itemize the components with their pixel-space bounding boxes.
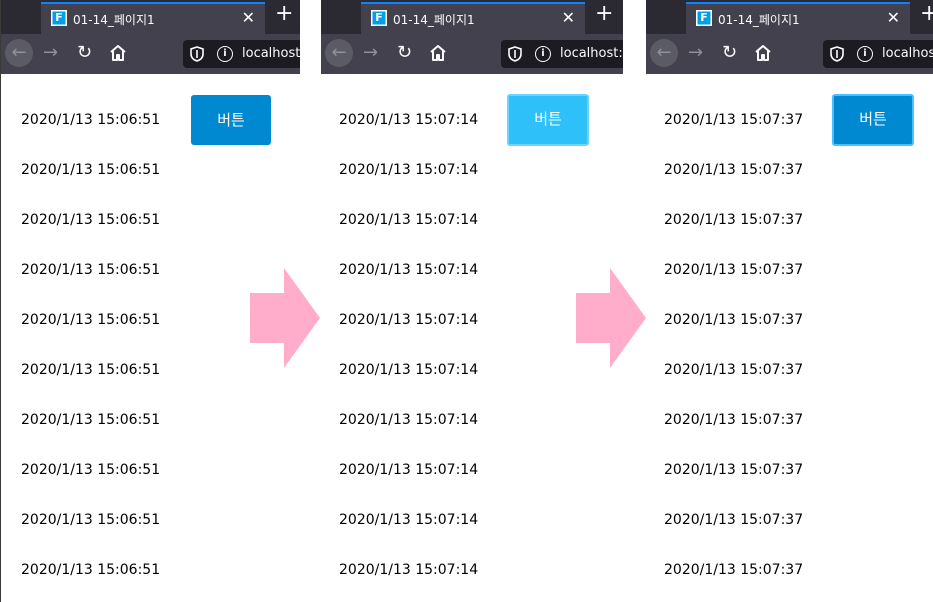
plus-icon[interactable]: + (275, 1, 293, 26)
timestamp-row: 2020/1/13 15:06:51 (21, 512, 161, 528)
timestamp-row: 2020/1/13 15:07:37 (664, 512, 804, 528)
browser-tab[interactable]: F 01-14_페이지1 ✕ (41, 2, 265, 34)
home-icon[interactable] (428, 43, 448, 63)
timestamp-row: 2020/1/13 15:07:37 (664, 412, 804, 428)
favicon-icon: F (371, 10, 387, 26)
navigation-toolbar: ← → ↻ i localhost:4 (1, 34, 300, 74)
reload-icon[interactable]: ↻ (722, 39, 737, 67)
timestamp-row: 2020/1/13 15:07:37 (664, 112, 804, 128)
timestamp-row: 2020/1/13 15:07:37 (664, 262, 804, 278)
timestamp-row: 2020/1/13 15:07:14 (339, 262, 479, 278)
url-bar[interactable]: i localhos (823, 40, 933, 68)
home-icon[interactable] (108, 43, 128, 63)
plus-icon[interactable]: + (595, 1, 613, 26)
timestamp-row: 2020/1/13 15:07:14 (339, 462, 479, 478)
navigation-toolbar: ← → ↻ i localhost:4 (321, 34, 623, 74)
home-icon[interactable] (753, 43, 773, 63)
navigation-toolbar: ← → ↻ i localhos (646, 34, 933, 74)
timestamp-row: 2020/1/13 15:07:14 (339, 362, 479, 378)
right-arrow-icon (250, 268, 320, 368)
timestamp-row: 2020/1/13 15:06:51 (21, 562, 161, 578)
close-icon[interactable]: ✕ (562, 8, 575, 27)
action-button[interactable]: 버튼 (507, 94, 589, 146)
browser-tab[interactable]: F 01-14_페이지1 ✕ (686, 2, 910, 34)
timestamp-row: 2020/1/13 15:06:51 (21, 112, 161, 128)
browser-window-3: F 01-14_페이지1 ✕ + ← → ↻ i localhos 2020/1… (646, 0, 933, 602)
timestamp-row: 2020/1/13 15:07:37 (664, 312, 804, 328)
back-arrow-icon[interactable]: ← (325, 39, 353, 67)
forward-arrow-icon[interactable]: → (688, 39, 703, 67)
right-arrow-icon (576, 268, 646, 368)
forward-arrow-icon[interactable]: → (363, 39, 378, 67)
url-bar[interactable]: i localhost:4 (183, 40, 300, 68)
timestamp-row: 2020/1/13 15:06:51 (21, 362, 161, 378)
favicon-icon: F (51, 10, 67, 26)
info-icon[interactable]: i (857, 46, 873, 62)
back-arrow-icon[interactable]: ← (650, 39, 678, 67)
action-button[interactable]: 버튼 (191, 95, 271, 145)
browser-tab[interactable]: F 01-14_페이지1 ✕ (361, 2, 585, 34)
timestamp-row: 2020/1/13 15:07:37 (664, 162, 804, 178)
tab-title: 01-14_페이지1 (73, 13, 155, 27)
tab-title: 01-14_페이지1 (718, 13, 800, 27)
favicon-icon: F (696, 10, 712, 26)
timestamp-row: 2020/1/13 15:06:51 (21, 312, 161, 328)
timestamp-row: 2020/1/13 15:07:14 (339, 512, 479, 528)
close-icon[interactable]: ✕ (242, 8, 255, 27)
timestamp-row: 2020/1/13 15:07:14 (339, 162, 479, 178)
timestamp-row: 2020/1/13 15:07:37 (664, 362, 804, 378)
shield-icon[interactable] (190, 46, 204, 62)
shield-icon[interactable] (830, 46, 844, 62)
close-icon[interactable]: ✕ (887, 8, 900, 27)
info-icon[interactable]: i (217, 46, 233, 62)
timestamp-row: 2020/1/13 15:06:51 (21, 162, 161, 178)
timestamp-row: 2020/1/13 15:06:51 (21, 212, 161, 228)
url-text: localhos (882, 46, 933, 61)
forward-arrow-icon[interactable]: → (43, 39, 58, 67)
tab-title: 01-14_페이지1 (393, 13, 475, 27)
timestamp-row: 2020/1/13 15:07:14 (339, 562, 479, 578)
url-text: localhost:4 (242, 46, 300, 61)
plus-icon[interactable]: + (920, 1, 933, 26)
tab-strip: F 01-14_페이지1 ✕ + (321, 0, 623, 34)
url-bar[interactable]: i localhost:4 (501, 40, 623, 68)
timestamp-row: 2020/1/13 15:06:51 (21, 412, 161, 428)
timestamp-row: 2020/1/13 15:07:14 (339, 312, 479, 328)
timestamp-row: 2020/1/13 15:07:37 (664, 462, 804, 478)
reload-icon[interactable]: ↻ (397, 39, 412, 67)
timestamp-row: 2020/1/13 15:07:14 (339, 212, 479, 228)
timestamp-row: 2020/1/13 15:07:37 (664, 212, 804, 228)
info-icon[interactable]: i (535, 46, 551, 62)
timestamp-row: 2020/1/13 15:07:14 (339, 112, 479, 128)
tab-strip: F 01-14_페이지1 ✕ + (646, 0, 933, 34)
page-content: 2020/1/13 15:07:37 2020/1/13 15:07:37 20… (646, 74, 933, 602)
tab-strip: F 01-14_페이지1 ✕ + (1, 0, 300, 34)
timestamp-row: 2020/1/13 15:06:51 (21, 262, 161, 278)
timestamp-row: 2020/1/13 15:06:51 (21, 462, 161, 478)
action-button[interactable]: 버튼 (832, 94, 914, 146)
url-text: localhost:4 (560, 46, 623, 61)
shield-icon[interactable] (508, 46, 522, 62)
back-arrow-icon[interactable]: ← (5, 39, 33, 67)
timestamp-row: 2020/1/13 15:07:14 (339, 412, 479, 428)
timestamp-row: 2020/1/13 15:07:37 (664, 562, 804, 578)
reload-icon[interactable]: ↻ (77, 39, 92, 67)
